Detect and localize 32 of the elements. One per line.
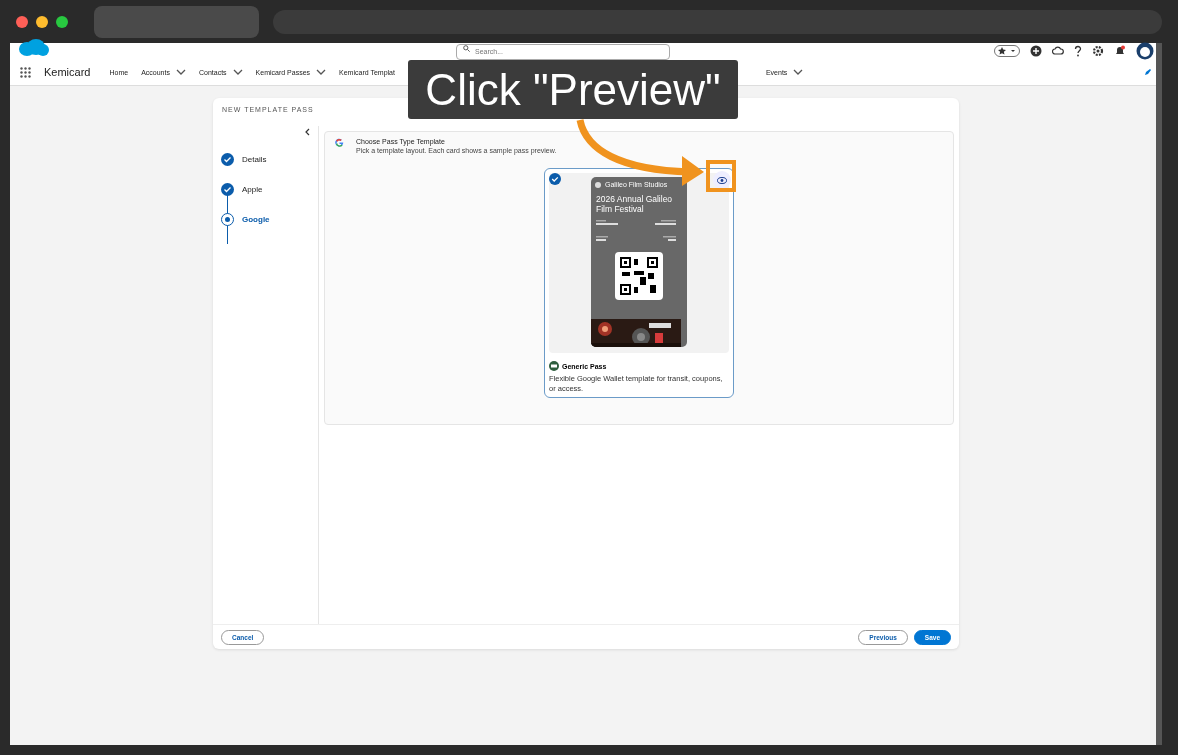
step-label[interactable]: Google: [242, 214, 270, 224]
ticket-icon: [549, 361, 559, 371]
maximize-window-button[interactable]: [56, 15, 68, 28]
help-icon[interactable]: [1074, 45, 1082, 57]
step-label[interactable]: Details: [242, 154, 267, 164]
app-name: Kemicard: [44, 66, 91, 78]
chevron-down-icon[interactable]: [232, 69, 243, 75]
event-title: 2026 Annual Galileo Film Festival: [595, 193, 674, 217]
collapse-icon[interactable]: [304, 128, 310, 136]
g-logo-icon: [335, 138, 344, 147]
preview-button[interactable]: [713, 171, 731, 189]
avatar-icon[interactable]: [1136, 42, 1154, 60]
settings-icon[interactable]: [1092, 45, 1104, 57]
minimize-window-button[interactable]: [36, 15, 48, 28]
app-launcher-icon[interactable]: [20, 66, 31, 78]
issuer-logo-icon: [595, 181, 601, 188]
step-label[interactable]: Apple: [242, 184, 263, 194]
highlight-frame: [706, 160, 736, 192]
pencil-icon[interactable]: [1144, 68, 1152, 76]
cloud-icon[interactable]: [1052, 45, 1064, 57]
bell-icon[interactable]: [1114, 45, 1126, 57]
callout-label: Click "Preview": [408, 60, 738, 119]
plus-icon[interactable]: [1030, 45, 1042, 57]
eye-icon: [717, 176, 727, 184]
chevron-down-icon[interactable]: [316, 69, 327, 75]
chevron-down-icon[interactable]: [793, 69, 804, 75]
search-icon: [463, 44, 470, 52]
cloud-logo-icon: [18, 39, 50, 57]
favorites-icon[interactable]: [994, 45, 1020, 57]
chevron-down-icon[interactable]: [175, 69, 186, 75]
close-window-button[interactable]: [16, 15, 28, 28]
qr-code-icon: [620, 257, 658, 296]
